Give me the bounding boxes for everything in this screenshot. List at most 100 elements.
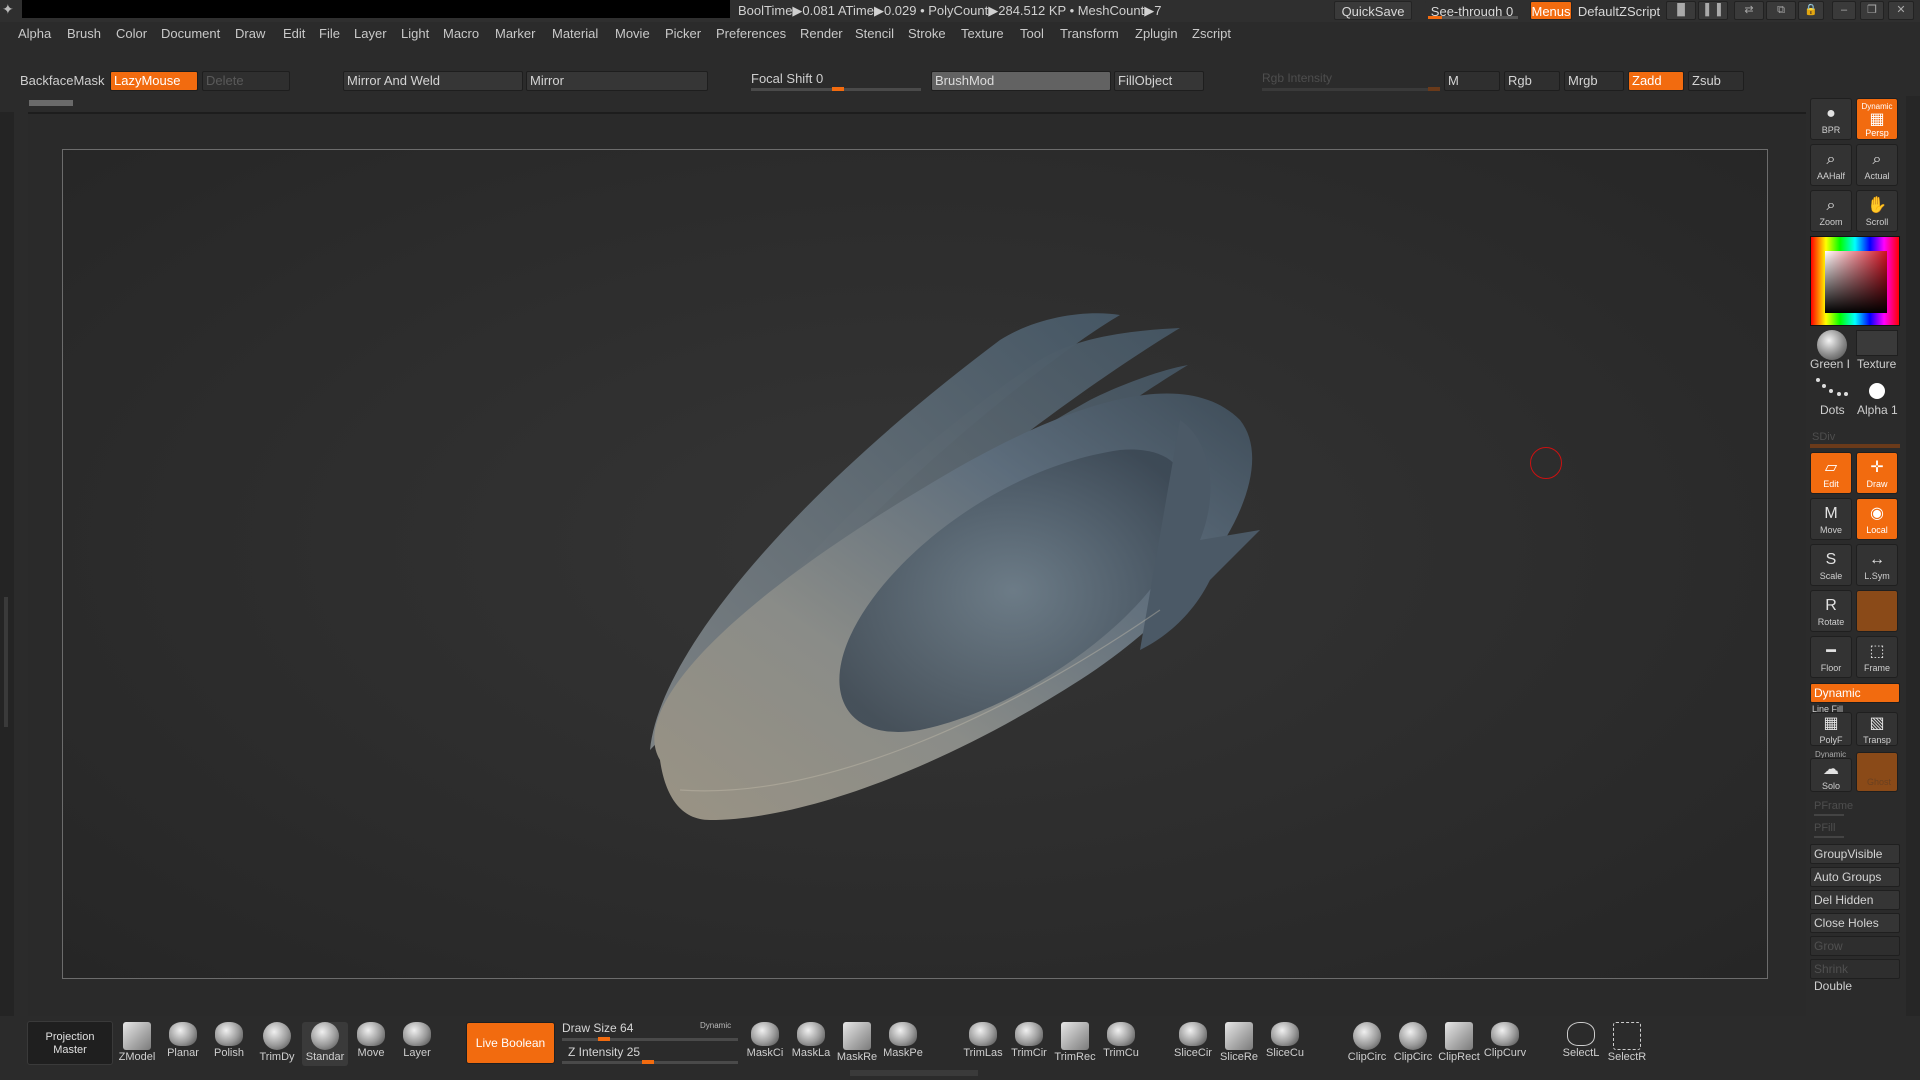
maskpen-brush[interactable]: MaskPe bbox=[880, 1022, 926, 1066]
slicerect-brush[interactable]: SliceRe bbox=[1216, 1022, 1262, 1066]
bottom-tray-handle[interactable] bbox=[850, 1070, 978, 1076]
groupvisible-button[interactable]: GroupVisible bbox=[1810, 844, 1900, 864]
menu-transform[interactable]: Transform bbox=[1060, 26, 1119, 41]
move-brush[interactable]: Move bbox=[348, 1022, 394, 1066]
trimrect-brush[interactable]: TrimRec bbox=[1052, 1022, 1098, 1066]
menu-preferences[interactable]: Preferences bbox=[716, 26, 786, 41]
menu-zplugin[interactable]: Zplugin bbox=[1135, 26, 1178, 41]
zadd-button[interactable]: Zadd bbox=[1628, 71, 1684, 91]
mirror-and-weld-button[interactable]: Mirror And Weld bbox=[343, 71, 523, 91]
layer-brush[interactable]: Layer bbox=[394, 1022, 440, 1066]
rgb-intensity-thumb[interactable] bbox=[1428, 87, 1440, 91]
local-button[interactable]: ◉ Local bbox=[1856, 498, 1898, 540]
backface-mask-label[interactable]: BackfaceMask bbox=[20, 73, 105, 88]
menu-color[interactable]: Color bbox=[116, 26, 147, 41]
delete-button[interactable]: Delete bbox=[202, 71, 290, 91]
polyf-button[interactable]: ▦ PolyF bbox=[1810, 712, 1852, 746]
zmodel-brush[interactable]: ZModel bbox=[114, 1022, 160, 1066]
frame-button[interactable]: ⬚ Frame bbox=[1856, 636, 1898, 678]
menu-layer[interactable]: Layer bbox=[354, 26, 387, 41]
dynamic-button[interactable]: Dynamic bbox=[1810, 683, 1900, 703]
standard-brush[interactable]: Standar bbox=[302, 1022, 348, 1066]
draw-button[interactable]: ✛ Draw bbox=[1856, 452, 1898, 494]
zsub-button[interactable]: Zsub bbox=[1688, 71, 1744, 91]
material-sphere-icon[interactable] bbox=[1817, 330, 1847, 360]
grow-button[interactable]: Grow bbox=[1810, 936, 1900, 956]
layout-multi-icon[interactable]: ⧉ bbox=[1766, 1, 1796, 20]
persp-button[interactable]: Dynamic ▦ Persp bbox=[1856, 98, 1898, 140]
selectrect-brush[interactable]: SelectR bbox=[1604, 1022, 1650, 1066]
edit-button[interactable]: ▱ Edit bbox=[1810, 452, 1852, 494]
menu-stencil[interactable]: Stencil bbox=[855, 26, 894, 41]
slicecircle-brush[interactable]: SliceCir bbox=[1170, 1022, 1216, 1066]
menu-movie[interactable]: Movie bbox=[615, 26, 650, 41]
menu-document[interactable]: Document bbox=[161, 26, 220, 41]
menu-marker[interactable]: Marker bbox=[495, 26, 535, 41]
solo-button[interactable]: ☁ Solo bbox=[1810, 758, 1852, 792]
sdiv-slider[interactable] bbox=[1810, 444, 1900, 448]
color-picker[interactable] bbox=[1810, 236, 1900, 326]
menu-stroke[interactable]: Stroke bbox=[908, 26, 946, 41]
lock-icon[interactable]: 🔒 bbox=[1798, 1, 1824, 20]
menu-draw[interactable]: Draw bbox=[235, 26, 265, 41]
quicksave-button[interactable]: QuickSave bbox=[1334, 1, 1412, 20]
move-button[interactable]: M Move bbox=[1810, 498, 1852, 540]
m-button[interactable]: M bbox=[1444, 71, 1500, 91]
bpr-button[interactable]: ● BPR bbox=[1810, 98, 1852, 140]
left-tray-handle[interactable] bbox=[4, 597, 8, 727]
draw-size-dynamic-label[interactable]: Dynamic bbox=[700, 1021, 731, 1030]
trimlasso-brush[interactable]: TrimLas bbox=[960, 1022, 1006, 1066]
layout-switch-icon[interactable]: ⇄ bbox=[1734, 1, 1764, 20]
menu-brush[interactable]: Brush bbox=[67, 26, 101, 41]
shrink-button[interactable]: Shrink bbox=[1810, 959, 1900, 979]
zoom-button[interactable]: ⌕ Zoom bbox=[1810, 190, 1852, 232]
menu-edit[interactable]: Edit bbox=[283, 26, 305, 41]
menu-texture[interactable]: Texture bbox=[961, 26, 1004, 41]
transform-swatch[interactable] bbox=[1856, 590, 1898, 632]
trimcircle-brush[interactable]: TrimCir bbox=[1006, 1022, 1052, 1066]
polish-brush[interactable]: Polish bbox=[206, 1022, 252, 1066]
delhidden-button[interactable]: Del Hidden bbox=[1810, 890, 1900, 910]
clipcurve-brush[interactable]: ClipCurv bbox=[1482, 1022, 1528, 1066]
closeholes-button[interactable]: Close Holes bbox=[1810, 913, 1900, 933]
menus-button[interactable]: Menus bbox=[1530, 1, 1572, 20]
planar-brush[interactable]: Planar bbox=[160, 1022, 206, 1066]
see-through-track[interactable] bbox=[1428, 16, 1518, 19]
layout-right-icon[interactable]: ▌▐ bbox=[1698, 1, 1728, 20]
rotate-button[interactable]: R Rotate bbox=[1810, 590, 1852, 632]
selectlasso-brush[interactable]: SelectL bbox=[1558, 1022, 1604, 1066]
projection-master-button[interactable]: Projection Master bbox=[27, 1021, 113, 1065]
menu-macro[interactable]: Macro bbox=[443, 26, 479, 41]
alpha-icon[interactable] bbox=[1869, 383, 1885, 399]
autogroups-button[interactable]: Auto Groups bbox=[1810, 867, 1900, 887]
ghost-button[interactable]: Ghost bbox=[1856, 752, 1898, 792]
pfill-slider[interactable] bbox=[1814, 836, 1844, 838]
fillobject-button[interactable]: FillObject bbox=[1114, 71, 1204, 91]
stroke-dots-icon[interactable] bbox=[1814, 376, 1850, 402]
focal-shift-thumb[interactable] bbox=[832, 87, 844, 91]
floor-button[interactable]: ━ Floor bbox=[1810, 636, 1852, 678]
trimdynamic-brush[interactable]: TrimDy bbox=[254, 1022, 300, 1066]
menu-material[interactable]: Material bbox=[552, 26, 598, 41]
color-picker-saturation[interactable] bbox=[1825, 251, 1887, 313]
close-icon[interactable]: ✕ bbox=[1888, 1, 1914, 20]
z-intensity-thumb[interactable] bbox=[642, 1060, 654, 1064]
clipcircle-brush[interactable]: ClipCirc bbox=[1344, 1022, 1390, 1066]
pframe-slider[interactable] bbox=[1814, 814, 1844, 816]
menu-alpha[interactable]: Alpha bbox=[18, 26, 51, 41]
mrgb-button[interactable]: Mrgb bbox=[1564, 71, 1624, 91]
scale-button[interactable]: S Scale bbox=[1810, 544, 1852, 586]
default-zscript-button[interactable]: DefaultZScript bbox=[1576, 1, 1662, 20]
menu-render[interactable]: Render bbox=[800, 26, 843, 41]
masklasso-brush[interactable]: MaskLa bbox=[788, 1022, 834, 1066]
layout-left-icon[interactable]: ▐▌ bbox=[1666, 1, 1696, 20]
lazymouse-button[interactable]: LazyMouse bbox=[110, 71, 198, 91]
maskrect-brush[interactable]: MaskRe bbox=[834, 1022, 880, 1066]
live-boolean-button[interactable]: Live Boolean bbox=[466, 1022, 555, 1064]
minimize-icon[interactable]: – bbox=[1832, 1, 1856, 20]
rgb-button[interactable]: Rgb bbox=[1504, 71, 1560, 91]
menu-picker[interactable]: Picker bbox=[665, 26, 701, 41]
maskcircle-brush[interactable]: MaskCi bbox=[742, 1022, 788, 1066]
actual-button[interactable]: ⌕ Actual bbox=[1856, 144, 1898, 186]
toolbar-scroll-handle[interactable] bbox=[29, 100, 73, 106]
